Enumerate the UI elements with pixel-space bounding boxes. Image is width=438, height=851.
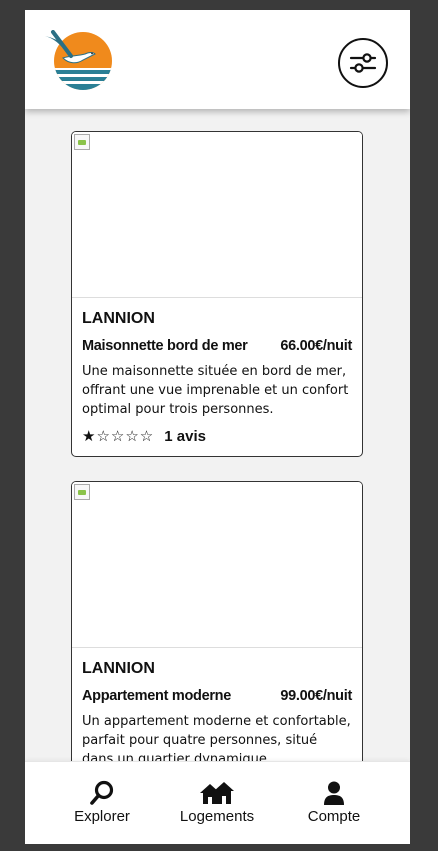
listing-price: 99.00€/nuit: [280, 688, 352, 704]
houses-icon: [200, 782, 234, 804]
listing-card[interactable]: LANNION Appartement moderne 99.00€/nuit …: [71, 481, 363, 761]
user-icon: [324, 781, 344, 805]
nav-label: Explorer: [74, 808, 130, 825]
app-screen: LANNION Maisonnette bord de mer 66.00€/n…: [25, 10, 410, 844]
search-icon: [90, 780, 114, 805]
listing-description: Un appartement moderne et confortable, p…: [82, 714, 351, 761]
bottom-navigation: Explorer Logements Compte: [25, 761, 410, 844]
nav-label: Logements: [179, 808, 255, 825]
review-count: 1 avis: [164, 427, 206, 445]
broken-image-icon: [74, 134, 90, 150]
seagull-sunset-logo[interactable]: [43, 30, 113, 92]
listing-image: [72, 482, 362, 648]
nav-compte[interactable]: Compte: [284, 780, 384, 825]
listing-title: Appartement moderne: [82, 688, 231, 704]
listing-rating: ★☆☆☆☆ 1 avis: [82, 426, 352, 446]
listing-price: 66.00€/nuit: [280, 338, 352, 354]
listing-image: [72, 132, 362, 298]
nav-logements[interactable]: Logements: [167, 780, 267, 825]
app-header: [25, 10, 410, 109]
star-rating-icon: ★☆☆☆☆: [82, 427, 155, 445]
listing-title: Maisonnette bord de mer: [82, 338, 248, 354]
listing-feed[interactable]: LANNION Maisonnette bord de mer 66.00€/n…: [25, 109, 410, 761]
listing-city: LANNION: [82, 310, 155, 327]
nav-label: Compte: [307, 808, 361, 825]
nav-explorer[interactable]: Explorer: [52, 780, 152, 825]
filter-button[interactable]: [338, 38, 388, 88]
listing-description: Une maisonnette située en bord de mer, o…: [82, 364, 349, 417]
listing-card[interactable]: LANNION Maisonnette bord de mer 66.00€/n…: [71, 131, 363, 457]
broken-image-icon: [74, 484, 90, 500]
sliders-icon: [349, 53, 377, 73]
listing-city: LANNION: [82, 660, 155, 677]
